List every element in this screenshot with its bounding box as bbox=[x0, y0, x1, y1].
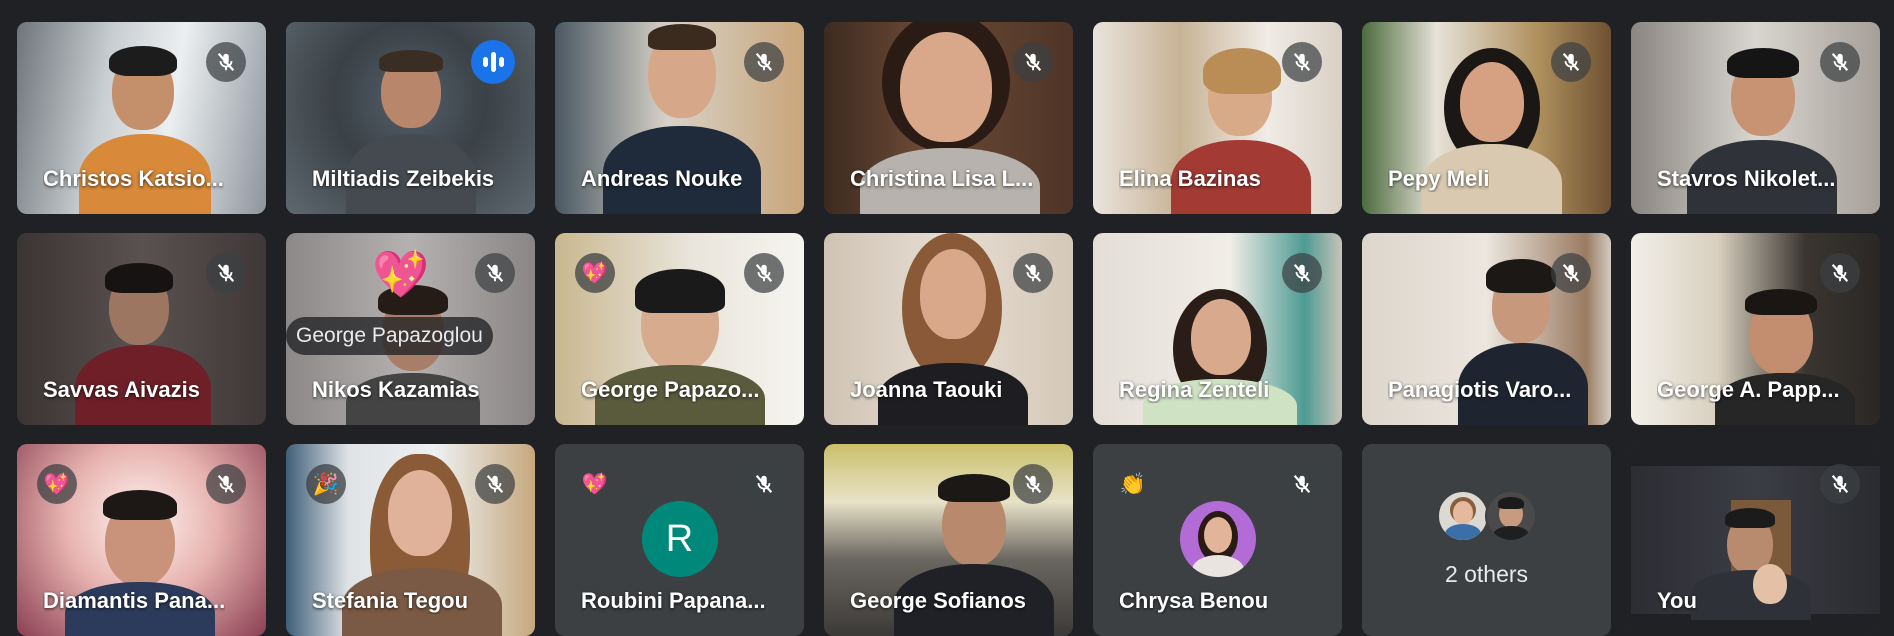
mic-muted-icon bbox=[1013, 42, 1053, 82]
mic-muted-icon bbox=[206, 253, 246, 293]
participant-tile-camera-off[interactable]: 👏 Chrysa Benou bbox=[1093, 444, 1342, 636]
participant-name: Nikos Kazamias bbox=[312, 377, 480, 402]
participant-tile[interactable]: Savvas Aivazis bbox=[17, 233, 266, 425]
sparkling-heart-reaction-icon: 💖 bbox=[575, 464, 615, 504]
sparkling-heart-reaction-icon: 💖 bbox=[575, 253, 615, 293]
floating-name-label: George Papazoglou bbox=[286, 317, 493, 355]
participant-tile-camera-off[interactable]: 💖 R Roubini Papana... bbox=[555, 444, 804, 636]
participant-name: Panagiotis Varo... bbox=[1388, 377, 1572, 402]
participant-tile[interactable]: Regina Zenteli bbox=[1093, 233, 1342, 425]
participant-name: Regina Zenteli bbox=[1119, 377, 1270, 402]
mic-muted-icon bbox=[206, 42, 246, 82]
participant-tile[interactable]: 💖 George Papazoglou Nikos Kazamias bbox=[286, 233, 535, 425]
participant-name: You bbox=[1657, 588, 1697, 613]
participant-name: Stefania Tegou bbox=[312, 588, 469, 613]
avatar bbox=[1436, 490, 1489, 542]
avatar bbox=[1179, 501, 1256, 577]
mic-muted-icon bbox=[1013, 253, 1053, 293]
speaking-indicator-icon bbox=[471, 40, 515, 84]
participant-name: Miltiadis Zeibekis bbox=[312, 166, 495, 191]
participant-tile[interactable]: 🎉 Stefania Tegou bbox=[286, 444, 535, 636]
participant-tile[interactable]: George Sofianos bbox=[824, 444, 1073, 636]
participant-name: Roubini Papana... bbox=[581, 588, 766, 613]
participant-tile[interactable]: Andreas Nouke bbox=[555, 22, 804, 214]
mic-muted-icon bbox=[744, 42, 784, 82]
participant-tile[interactable]: Christina Lisa L... bbox=[824, 22, 1073, 214]
mic-muted-icon bbox=[1282, 253, 1322, 293]
mic-muted-icon bbox=[1282, 464, 1322, 504]
participant-tile[interactable]: 💖 Diamantis Pana... bbox=[17, 444, 266, 636]
sparkling-heart-reaction-icon: 💖 bbox=[372, 247, 430, 301]
others-tile[interactable]: 2 others bbox=[1362, 444, 1611, 636]
mic-muted-icon bbox=[475, 253, 515, 293]
participant-name: Andreas Nouke bbox=[581, 166, 743, 191]
mic-muted-icon bbox=[744, 253, 784, 293]
avatar: R bbox=[641, 501, 718, 577]
mic-muted-icon bbox=[1551, 42, 1591, 82]
sparkling-heart-reaction-icon: 💖 bbox=[37, 464, 77, 504]
participant-name: Stavros Nikolet... bbox=[1657, 166, 1836, 191]
participant-tile[interactable]: 💖 George Papazo... bbox=[555, 233, 804, 425]
participant-name: Diamantis Pana... bbox=[43, 588, 226, 613]
participant-name: Christos Katsio... bbox=[43, 166, 224, 191]
mic-muted-icon bbox=[744, 464, 784, 504]
participant-name: George A. Papp... bbox=[1657, 377, 1840, 402]
mic-muted-icon bbox=[1820, 464, 1860, 504]
participant-tile[interactable]: George A. Papp... bbox=[1631, 233, 1880, 425]
participant-tile[interactable]: Joanna Taouki bbox=[824, 233, 1073, 425]
party-popper-reaction-icon: 🎉 bbox=[306, 464, 346, 504]
participant-tile-active-speaker[interactable]: Miltiadis Zeibekis bbox=[286, 22, 535, 214]
participant-name: Pepy Meli bbox=[1388, 166, 1490, 191]
mic-muted-icon bbox=[1282, 42, 1322, 82]
self-view-tile[interactable]: You bbox=[1631, 444, 1880, 636]
participant-tile[interactable]: Panagiotis Varo... bbox=[1362, 233, 1611, 425]
clapping-hands-reaction-icon: 👏 bbox=[1113, 464, 1153, 504]
participant-tile[interactable]: Elina Bazinas bbox=[1093, 22, 1342, 214]
avatar bbox=[1484, 490, 1537, 542]
mic-muted-icon bbox=[206, 464, 246, 504]
participant-name: George Papazo... bbox=[581, 377, 760, 402]
participant-name: Christina Lisa L... bbox=[850, 166, 1034, 191]
mic-muted-icon bbox=[1820, 42, 1860, 82]
participant-tile[interactable]: Stavros Nikolet... bbox=[1631, 22, 1880, 214]
others-avatars bbox=[1436, 490, 1537, 542]
participant-name: George Sofianos bbox=[850, 588, 1027, 613]
mic-muted-icon bbox=[1551, 253, 1591, 293]
participant-tile[interactable]: Christos Katsio... bbox=[17, 22, 266, 214]
participant-name: Joanna Taouki bbox=[850, 377, 1003, 402]
participant-name: Savvas Aivazis bbox=[43, 377, 200, 402]
participant-name: Chrysa Benou bbox=[1119, 588, 1269, 613]
mic-muted-icon bbox=[1820, 253, 1860, 293]
mic-muted-icon bbox=[475, 464, 515, 504]
participant-tile[interactable]: Pepy Meli bbox=[1362, 22, 1611, 214]
others-label: 2 others bbox=[1444, 561, 1529, 587]
participant-grid: Christos Katsio... Miltiadis Zeibekis An… bbox=[17, 22, 1880, 636]
mic-muted-icon bbox=[1013, 464, 1053, 504]
participant-name: Elina Bazinas bbox=[1119, 166, 1261, 191]
